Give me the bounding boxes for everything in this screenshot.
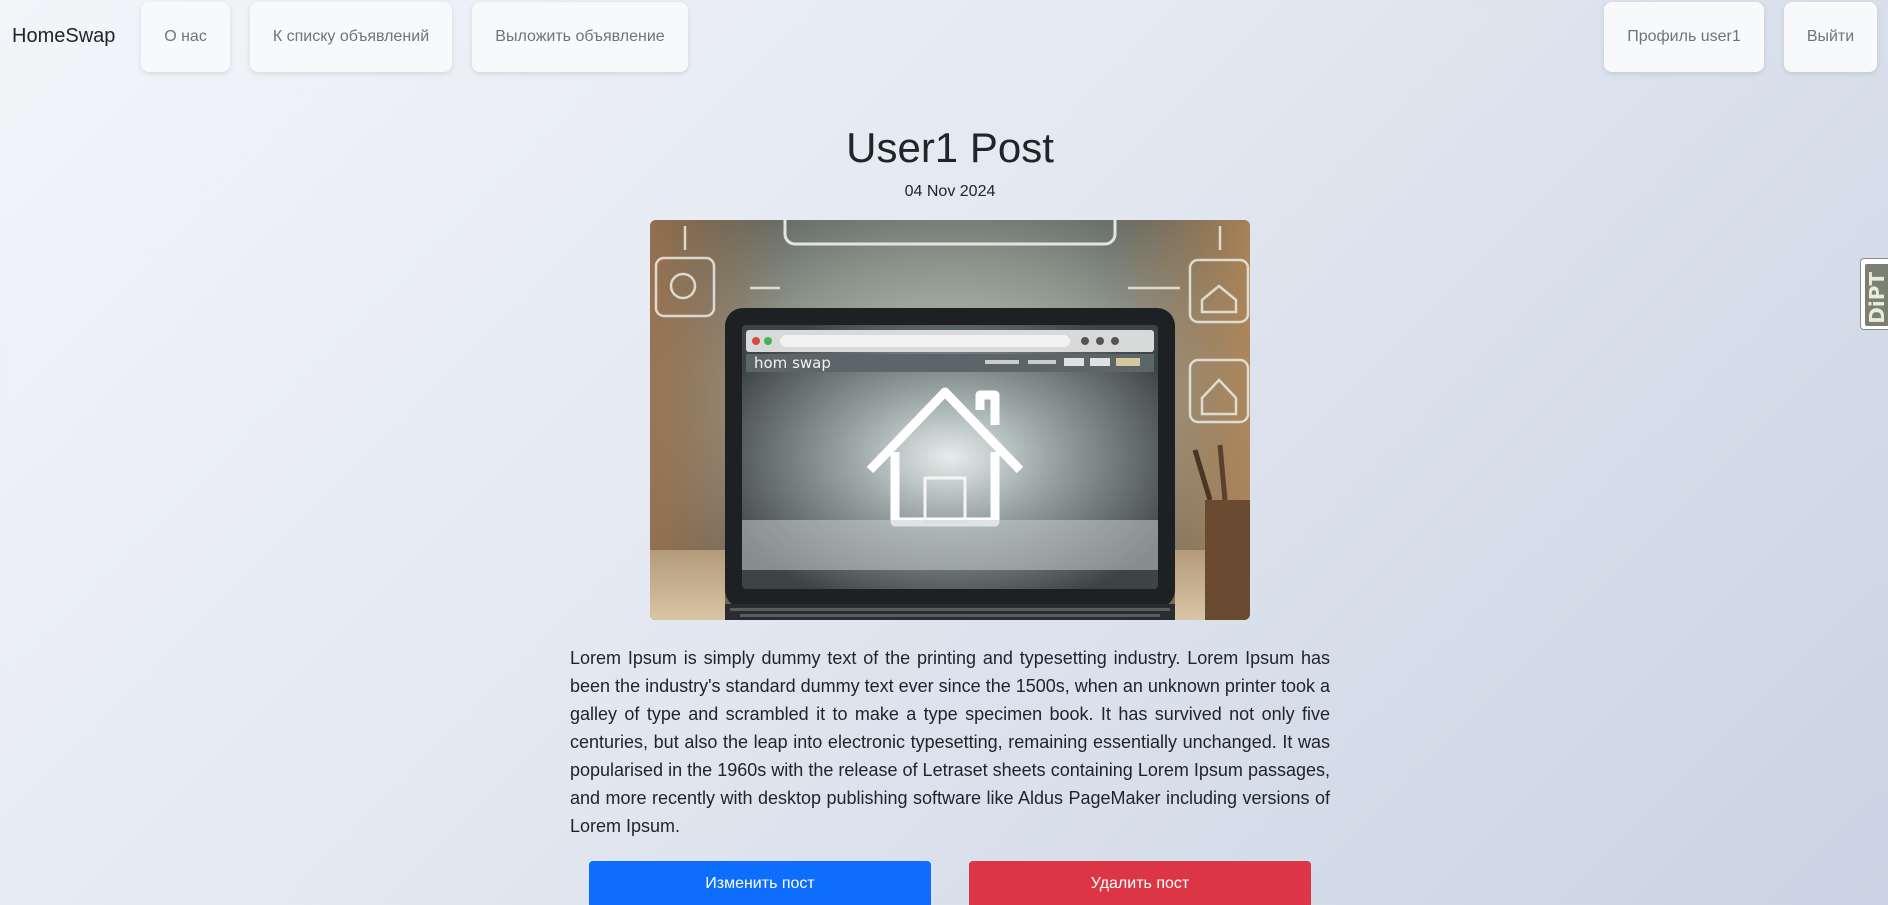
nav-about-button[interactable]: О нас	[141, 2, 230, 72]
edit-post-button[interactable]: Изменить пост	[589, 861, 931, 905]
post-image: hom swap	[650, 220, 1250, 620]
nav-profile-button[interactable]: Профиль user1	[1604, 2, 1764, 72]
navbar: HomeSwap О нас К списку объявлений Вылож…	[0, 0, 1888, 72]
nav-new-post-button[interactable]: Выложить объявление	[472, 2, 688, 72]
delete-post-button[interactable]: Удалить пост	[969, 861, 1311, 905]
brand-link[interactable]: HomeSwap	[12, 24, 115, 48]
side-widget-badge: DiPT	[1865, 264, 1888, 326]
nav-listings-button[interactable]: К списку объявлений	[250, 2, 452, 72]
nav-logout-button[interactable]: Выйти	[1784, 2, 1877, 72]
side-widget-label: DiPT	[1865, 272, 1888, 324]
side-widget-tab[interactable]: DiPT	[1860, 258, 1888, 330]
image-brand-text: hom swap	[754, 354, 831, 372]
post-body-text: Lorem Ipsum is simply dummy text of the …	[570, 648, 1330, 836]
post-title: User1 Post	[846, 124, 1054, 171]
post-date: 04 Nov 2024	[904, 183, 996, 200]
